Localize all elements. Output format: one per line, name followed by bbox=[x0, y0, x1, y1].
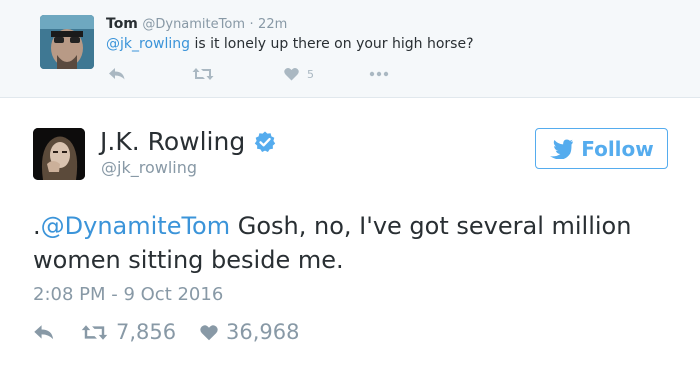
reply-separator: · bbox=[249, 17, 254, 32]
reply-time[interactable]: 22m bbox=[258, 17, 287, 32]
reply-header: Tom @DynamiteTom · 22m bbox=[106, 14, 287, 34]
follow-button-label: Follow bbox=[581, 136, 654, 161]
tweet-timestamp[interactable]: 2:08 PM - 9 Oct 2016 bbox=[33, 283, 223, 307]
reply-more-button[interactable] bbox=[369, 64, 389, 84]
tweet-like-count: 36,968 bbox=[226, 320, 300, 344]
reply-author-name[interactable]: Tom bbox=[106, 16, 138, 32]
heart-icon bbox=[200, 324, 218, 340]
reply-reply-button[interactable] bbox=[108, 64, 126, 84]
tweet-avatar[interactable] bbox=[33, 128, 85, 180]
follow-button[interactable]: Follow bbox=[535, 128, 668, 169]
tweet-retweet-count: 7,856 bbox=[116, 320, 177, 344]
reply-icon bbox=[109, 68, 125, 80]
reply-avatar[interactable] bbox=[40, 15, 94, 69]
tweet-reply-button[interactable] bbox=[33, 319, 55, 345]
reply-text: @jk_rowling is it lonely up there on you… bbox=[106, 34, 474, 54]
reply-like-count: 5 bbox=[307, 67, 314, 81]
twitter-bird-icon bbox=[550, 139, 574, 159]
tweet-mention-link[interactable]: @DynamiteTom bbox=[41, 212, 230, 240]
tweet-author-name[interactable]: J.K. Rowling bbox=[100, 126, 245, 158]
verified-badge-icon bbox=[254, 131, 276, 153]
walter-white-avatar bbox=[40, 15, 94, 69]
retweet-icon bbox=[81, 324, 108, 340]
reply-like-button[interactable]: 5 bbox=[284, 64, 314, 84]
jk-rowling-avatar bbox=[33, 128, 85, 180]
reply-body: is it lonely up there on your high horse… bbox=[190, 36, 474, 52]
more-icon bbox=[369, 71, 389, 77]
reply-mention-link[interactable]: @jk_rowling bbox=[106, 36, 190, 52]
reply-tweet: Tom @DynamiteTom · 22m @jk_rowling is it… bbox=[0, 0, 700, 98]
reply-author-handle[interactable]: @DynamiteTom bbox=[142, 17, 245, 32]
tweet-author-handle[interactable]: @jk_rowling bbox=[101, 158, 197, 178]
tweet-author: J.K. Rowling bbox=[100, 126, 276, 158]
retweet-icon bbox=[192, 68, 214, 80]
reply-retweet-button[interactable] bbox=[192, 64, 214, 84]
tweet-like-button[interactable]: 36,968 bbox=[200, 319, 299, 345]
reply-icon bbox=[34, 324, 54, 339]
tweet-text-prefix: . bbox=[33, 212, 41, 240]
heart-icon bbox=[284, 67, 299, 81]
tweet-text: .@DynamiteTom Gosh, no, I've got several… bbox=[33, 209, 673, 277]
tweet-retweet-button[interactable]: 7,856 bbox=[81, 319, 176, 345]
